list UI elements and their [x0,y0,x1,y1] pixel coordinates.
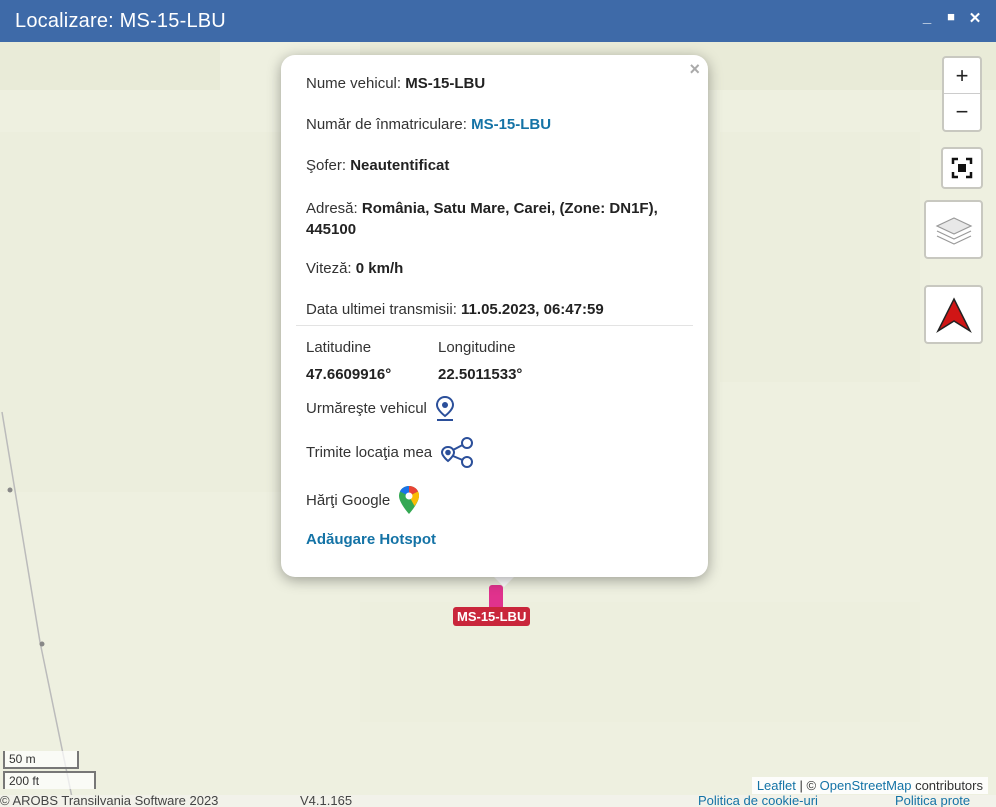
share-location-action[interactable]: Trimite locaţia mea [306,435,476,469]
close-window-button[interactable]: ✕ [968,9,982,27]
longitude-value: 22.5011533° [438,366,523,383]
minimize-button[interactable]: _ [920,9,934,27]
maximize-button[interactable]: ■ [944,9,958,27]
plate-row: Număr de înmatriculare: MS-15-LBU [306,116,551,133]
driver-label: Şofer: [306,157,347,174]
share-location-label: Trimite locaţia mea [306,443,433,461]
footer-version: V4.1.165 [300,795,353,807]
speed-value: 0 km/h [355,260,404,277]
follow-vehicle-action[interactable]: Urmăreşte vehicul [306,395,455,421]
north-arrow-icon [935,296,972,333]
cookie-policy-link[interactable]: Politica de cookie-uri [698,795,818,807]
latitude-label: Latitudine [306,339,372,356]
zoom-control: + − [942,56,982,132]
zoom-out-button[interactable]: − [944,94,980,130]
latitude-value: 47.6609916° [306,366,392,383]
plate-link[interactable]: MS-15-LBU [471,116,551,133]
window-titlebar: Localizare: MS-15-LBU _ ■ ✕ [0,0,996,42]
vehicle-marker-label[interactable]: MS-15-LBU [453,607,531,626]
attribution-contributors: contributors [911,778,983,793]
google-maps-action[interactable]: Hărţi Google [306,485,420,515]
zoom-in-button[interactable]: + [944,58,980,94]
longitude-value-wrap: 22.5011533° [438,366,522,383]
north-arrow-button[interactable] [924,285,983,344]
address-line1: România, Satu Mare, Carei, (Zone: DN1F), [361,200,658,217]
speed-row: Viteză: 0 km/h [306,260,403,277]
window-title: Localizare: MS-15-LBU [15,9,226,32]
follow-vehicle-label: Urmăreşte vehicul [306,399,427,417]
address-line2: 445100 [306,221,357,238]
last-transmission-label: Data ultimei transmisii: [306,301,457,318]
map-pin-icon[interactable] [435,395,455,421]
driver-row: Şofer: Neautentificat [306,157,449,174]
vehicle-name-value: MS-15-LBU [405,75,486,92]
driver-value: Neautentificat [350,157,450,174]
layers-button[interactable] [924,200,983,259]
page-footer: © AROBS Transilvania Software 2023 V4.1.… [0,795,996,807]
longitude-label: Longitudine [438,339,516,356]
vehicle-name-row: Nume vehicul: MS-15-LBU [306,75,485,92]
popup-close-button[interactable]: × [689,59,700,80]
share-location-icon[interactable] [440,435,476,469]
privacy-policy-link[interactable]: Politica prote [895,795,970,807]
plate-label: Număr de înmatriculare: [306,116,467,133]
fullscreen-icon [951,157,973,179]
address-row: Adresă: România, Satu Mare, Carei, (Zone… [306,198,686,240]
layers-icon [935,216,972,245]
scale-metric: 50 m [3,751,79,769]
fullscreen-button[interactable] [941,147,983,189]
window-controls: _ ■ ✕ [920,9,982,27]
popup-divider [296,325,693,326]
scale-imperial: 200 ft [3,771,96,789]
vehicle-name-label: Nume vehicul: [306,75,402,92]
footer-copyright: © AROBS Transilvania Software 2023 [0,795,219,807]
attribution-separator: | © [795,778,820,793]
latitude-value-wrap: 47.6609916° [306,366,391,383]
address-label: Adresă: [306,200,358,217]
last-transmission-row: Data ultimei transmisii: 11.05.2023, 06:… [306,301,604,318]
google-maps-label: Hărţi Google [306,491,391,509]
leaflet-link[interactable]: Leaflet [757,778,796,793]
google-maps-icon[interactable] [398,485,420,515]
vehicle-info-popup: × Nume vehicul: MS-15-LBU Număr de înmat… [281,55,708,577]
last-transmission-value: 11.05.2023, 06:47:59 [461,301,604,318]
map-attribution: Leaflet | © OpenStreetMap contributors [751,777,988,794]
osm-link[interactable]: OpenStreetMap [820,778,912,793]
add-hotspot-link[interactable]: Adăugare Hotspot [306,531,436,548]
road-line [1,411,73,795]
speed-label: Viteză: [306,260,352,277]
